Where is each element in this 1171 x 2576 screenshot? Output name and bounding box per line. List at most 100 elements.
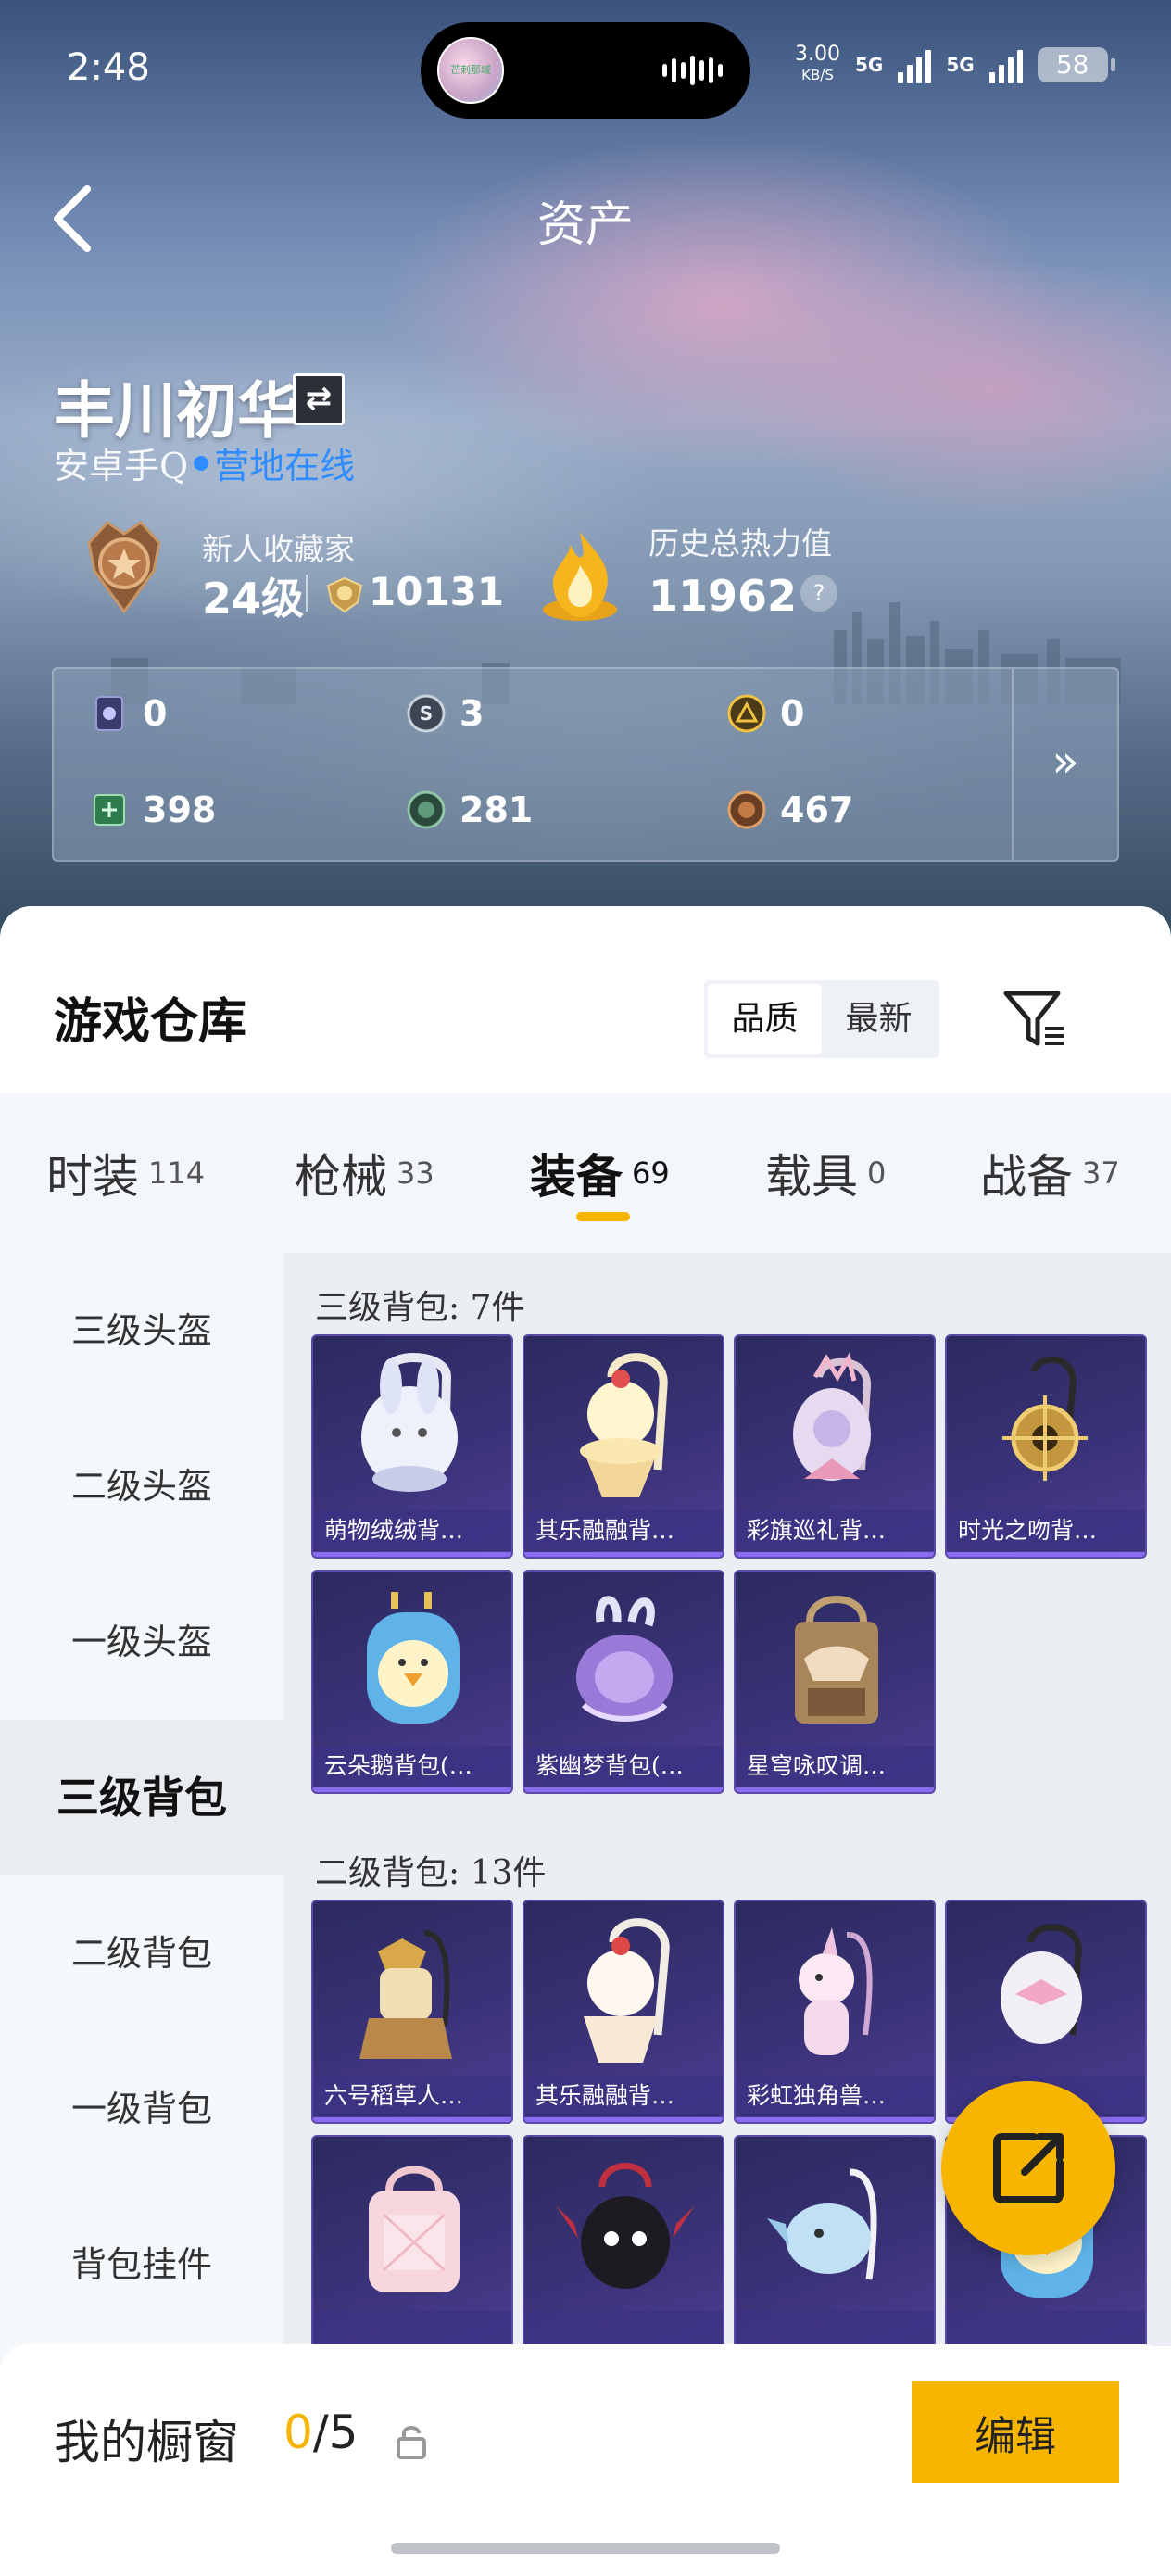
- signal-icon-2: [988, 46, 1023, 83]
- backpack-icon: [580, 1353, 668, 1497]
- item-name: 彩虹独角兽…: [736, 2076, 934, 2116]
- section-title: 二级背包: 13件: [315, 1854, 547, 1892]
- signal-icon: [898, 46, 932, 83]
- edit-button[interactable]: 编辑: [912, 2381, 1119, 2483]
- item-name: 彩旗巡礼背…: [736, 1510, 934, 1551]
- currency-item: 0: [89, 693, 167, 734]
- lock-icon: [397, 2426, 426, 2459]
- sort-quality-option[interactable]: 品质: [708, 984, 822, 1054]
- backpack-icon: [799, 1927, 873, 2055]
- backpack-icon: [584, 1918, 670, 2063]
- online-status: 营地在线: [214, 446, 356, 486]
- backpack-icon: [793, 1352, 871, 1481]
- svg-text:S: S: [420, 702, 433, 725]
- page-title: 资产: [536, 197, 634, 253]
- item-card[interactable]: 彩旗巡礼背…: [734, 1334, 936, 1559]
- platform-info: 安卓手Q 营地在线: [54, 437, 355, 488]
- backpack-icon: [556, 2163, 695, 2289]
- currency-item: 398: [89, 789, 216, 830]
- item-name: 六号稻草人…: [313, 2076, 511, 2116]
- sidebar-item-lv3-helmet[interactable]: 三级头盔: [0, 1253, 283, 1408]
- sidebar-item-lv2-helmet[interactable]: 二级头盔: [0, 1408, 283, 1564]
- item-name: [313, 2311, 511, 2346]
- item-card[interactable]: 彩虹独角兽…: [734, 1900, 936, 2124]
- item-name: [947, 2311, 1145, 2346]
- backpack-icon: [359, 1930, 452, 2059]
- network-type-2: 5G: [946, 54, 975, 76]
- filter-icon[interactable]: [1001, 986, 1067, 1053]
- heat-value: 11962: [648, 571, 798, 621]
- currency-more-button[interactable]: »: [1012, 669, 1117, 860]
- item-card[interactable]: 时光之吻背…: [945, 1334, 1147, 1559]
- gold-coin-icon: [727, 694, 766, 733]
- warehouse-sheet: 游戏仓库 品质 最新 时装 114 枪械 33 装备 69 载具 0 战备 37 三级头盔…: [0, 906, 1171, 2576]
- item-card[interactable]: [523, 2135, 724, 2346]
- warehouse-title: 游戏仓库: [54, 993, 247, 1050]
- active-tab-indicator: [576, 1212, 630, 1221]
- sidebar-item-lv3-backpack[interactable]: 三级背包: [0, 1720, 283, 1875]
- open-external-button[interactable]: [941, 2081, 1115, 2255]
- platform-label: 安卓手Q: [54, 446, 189, 486]
- home-indicator[interactable]: [391, 2543, 780, 2554]
- backpack-icon: [369, 2166, 460, 2292]
- tab-equipment[interactable]: 装备 69: [530, 1093, 670, 1253]
- bronze-coin-icon: [727, 790, 766, 829]
- currency-panel[interactable]: 0 S 3 0 398 281 467 »: [52, 667, 1119, 862]
- item-name: 其乐融融背…: [524, 2076, 723, 2116]
- item-name: 时光之吻背…: [947, 1510, 1145, 1551]
- item-name: [524, 2311, 723, 2346]
- currency-item: 281: [406, 789, 533, 830]
- switch-account-icon[interactable]: ⇄: [293, 373, 345, 425]
- green-coin-icon: [407, 790, 446, 829]
- showcase-count: 0/5: [283, 2406, 359, 2459]
- help-icon[interactable]: ?: [800, 575, 837, 612]
- showcase-label: 我的橱窗: [54, 2416, 239, 2469]
- battery-icon: 58: [1037, 47, 1115, 82]
- sidebar-item-lv1-helmet[interactable]: 一级头盔: [0, 1564, 283, 1720]
- external-link-icon: [993, 2133, 1064, 2203]
- item-card[interactable]: [311, 2135, 513, 2346]
- backpack-icon: [767, 2168, 877, 2280]
- tab-vehicles[interactable]: 载具 0: [765, 1093, 886, 1253]
- heat-title: 历史总热力值: [648, 525, 832, 562]
- currency-item: 467: [726, 789, 853, 830]
- backpack-icon: [367, 1592, 460, 1724]
- collector-points-icon: [326, 576, 363, 613]
- tab-fashion[interactable]: 时装 114: [46, 1093, 205, 1253]
- tab-supplies[interactable]: 战备 37: [980, 1093, 1120, 1253]
- backpack-icon: [795, 1596, 878, 1724]
- online-dot-icon: [194, 455, 209, 471]
- sidebar-item-lv1-backpack[interactable]: 一级背包: [0, 2031, 283, 2187]
- item-name: 紫幽梦背包(…: [524, 1746, 723, 1787]
- tab-weapons[interactable]: 枪械 33: [295, 1093, 434, 1253]
- item-card[interactable]: 其乐融融背…: [523, 1900, 724, 2124]
- item-card[interactable]: [734, 2135, 936, 2346]
- item-name: 萌物绒绒背…: [313, 1510, 511, 1551]
- dynamic-island[interactable]: 芒刺那域: [421, 22, 750, 119]
- network-speed: 3.00 KB/S: [795, 43, 840, 84]
- item-card[interactable]: 六号稻草人…: [311, 1900, 513, 2124]
- backpack-icon: [361, 1353, 458, 1492]
- backpack-icon: [576, 1596, 673, 1722]
- category-tabs: 时装 114 枪械 33 装备 69 载具 0 战备 37: [0, 1093, 1171, 1253]
- item-card[interactable]: 其乐融融背…: [523, 1334, 724, 1559]
- collector-badge-icon: [87, 521, 161, 614]
- showcase-bar: 我的橱窗 0/5 编辑: [0, 2344, 1171, 2576]
- item-card[interactable]: 萌物绒绒背…: [311, 1334, 513, 1559]
- status-indicators: 3.00 KB/S 5G 5G 58: [795, 43, 1115, 85]
- sidebar-item-lv2-backpack[interactable]: 二级背包: [0, 1875, 283, 2031]
- item-card[interactable]: 星穹咏叹调…: [734, 1570, 936, 1794]
- network-type-1: 5G: [854, 54, 884, 76]
- collector-points: 10131: [369, 569, 505, 614]
- sort-toggle: 品质 最新: [704, 980, 939, 1058]
- audio-wave-icon: [662, 56, 723, 85]
- status-time: 2:48: [67, 46, 150, 89]
- item-name: 星穹咏叹调…: [736, 1746, 934, 1787]
- item-name: 云朵鹅背包(…: [313, 1746, 511, 1787]
- item-card[interactable]: 紫幽梦背包(…: [523, 1570, 724, 1794]
- item-name: 其乐融融背…: [524, 1510, 723, 1551]
- sidebar-item-backpack-charm[interactable]: 背包挂件: [0, 2187, 283, 2342]
- sort-newest-option[interactable]: 最新: [822, 984, 936, 1054]
- item-card[interactable]: 云朵鹅背包(…: [311, 1570, 513, 1794]
- collector-title: 新人收藏家: [202, 531, 355, 567]
